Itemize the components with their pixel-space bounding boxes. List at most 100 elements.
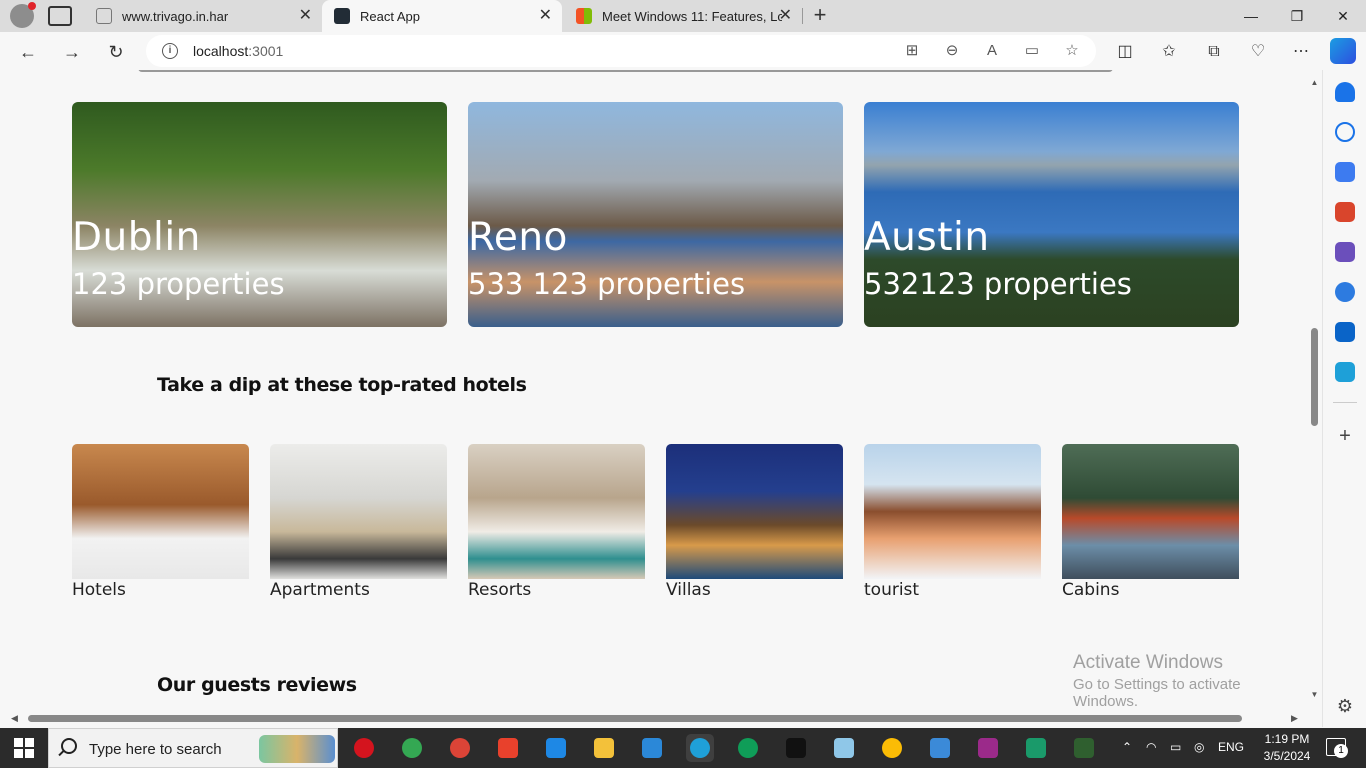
property-type-image (666, 444, 843, 579)
taskbar-app-chrome-m2[interactable] (734, 734, 762, 762)
zoom-out-icon[interactable]: ⊖ (942, 41, 962, 61)
city-card-dublin[interactable]: Dublin 123 properties (72, 102, 447, 327)
tab-trivago-har[interactable]: www.trivago.in.har ✕ (84, 0, 322, 32)
property-type-resorts[interactable]: Resorts (468, 444, 645, 600)
refresh-button[interactable]: ↻ (103, 39, 129, 65)
property-type-cabins[interactable]: Cabins (1062, 444, 1239, 600)
property-type-image (1062, 444, 1239, 579)
battery-icon[interactable]: ▭ (1170, 740, 1181, 754)
browser-essentials-icon[interactable]: ♡ (1246, 41, 1270, 63)
file-explorer-icon (594, 738, 614, 758)
property-type-name: Hotels (72, 580, 126, 600)
taskbar-app-wps-office[interactable] (494, 734, 522, 762)
taskbar-app-file-explorer[interactable] (590, 734, 618, 762)
outlook-icon[interactable] (1335, 322, 1355, 342)
search-icon[interactable] (1335, 122, 1355, 142)
site-info-icon[interactable]: i (162, 43, 178, 59)
terminal-icon (786, 738, 806, 758)
games-icon[interactable] (1335, 242, 1355, 262)
react-icon (334, 8, 350, 24)
drop-icon[interactable] (1335, 362, 1355, 382)
property-type-hotels[interactable]: Hotels (72, 444, 249, 600)
more-menu-icon[interactable]: ⋯ (1289, 41, 1313, 63)
tab-meet-windows-11[interactable]: Meet Windows 11: Features, Loo ✕ (564, 0, 802, 32)
taskbar-app-chrome-profile[interactable] (398, 734, 426, 762)
microsoft-365-icon[interactable] (1335, 282, 1355, 302)
close-tab-icon[interactable]: ✕ (779, 8, 792, 24)
forward-button[interactable]: → (59, 39, 85, 65)
reviews-heading: Our guests reviews (157, 674, 357, 696)
taskbar-app-chrome[interactable] (878, 734, 906, 762)
taskbar-app-store[interactable] (638, 734, 666, 762)
city-card-austin[interactable]: Austin 532123 properties (864, 102, 1239, 327)
favorites-icon[interactable]: ✩ (1157, 41, 1181, 63)
vscode-icon (546, 738, 566, 758)
collections-icon[interactable]: ⧉ (1202, 41, 1226, 63)
taskbar-app-notepad[interactable] (830, 734, 858, 762)
wifi-icon[interactable]: ◠ (1146, 740, 1156, 754)
sidebar-settings-icon[interactable]: ⚙ (1335, 696, 1355, 716)
taskbar-app-hs-app[interactable] (1070, 734, 1098, 762)
url-host: localhost (193, 43, 249, 59)
taskbar-app-edge[interactable] (686, 734, 714, 762)
taskbar-app-control-panel[interactable] (926, 734, 954, 762)
show-hidden-icons[interactable]: ⌃ (1122, 740, 1132, 754)
scroll-down-icon[interactable]: ▼ (1310, 690, 1319, 699)
camera-icon[interactable]: ◎ (1194, 740, 1204, 754)
property-type-apartments[interactable]: Apartments (270, 444, 447, 600)
read-aloud-icon[interactable]: A (982, 41, 1002, 61)
windows-start-icon[interactable] (14, 738, 34, 758)
winrar-icon (978, 738, 998, 758)
scroll-right-icon[interactable]: ▶ (1291, 713, 1298, 724)
taskbar-clock[interactable]: 1:19 PM 3/5/2024 (1257, 731, 1317, 765)
property-type-tourist[interactable]: tourist (864, 444, 1041, 600)
taskbar-app-terminal[interactable] (782, 734, 810, 762)
back-button[interactable]: ← (15, 39, 41, 65)
city-name: Dublin (72, 215, 201, 260)
vertical-scrollbar[interactable]: ▲ ▼ (1307, 70, 1322, 710)
profile-avatar-icon[interactable] (10, 2, 36, 28)
favorite-star-icon[interactable]: ☆ (1062, 41, 1082, 61)
horizontal-scrollbar[interactable]: ◀ ▶ (5, 710, 1307, 727)
activate-windows-title: Activate Windows (1073, 652, 1223, 673)
minimize-button[interactable]: — (1228, 4, 1274, 28)
shopping-tag-icon[interactable] (1335, 162, 1355, 182)
chrome-m2-icon (738, 738, 758, 758)
search-highlight-icon (259, 735, 335, 763)
clock-time: 1:19 PM (1264, 732, 1310, 746)
scroll-up-icon[interactable]: ▲ (1310, 78, 1319, 87)
taskbar-app-winrar[interactable] (974, 734, 1002, 762)
split-screen-icon[interactable]: ◫ (1113, 41, 1137, 63)
chrome-m-icon (450, 738, 470, 758)
tools-icon[interactable] (1335, 202, 1355, 222)
taskbar-app-app-green[interactable] (1022, 734, 1050, 762)
taskbar-search-box[interactable]: Type here to search (48, 728, 338, 768)
apps-icon[interactable]: ⊞ (902, 41, 922, 61)
immersive-reader-icon[interactable]: ▭ (1022, 41, 1042, 61)
close-tab-icon[interactable]: ✕ (299, 8, 312, 24)
taskbar-app-chrome-m[interactable] (446, 734, 474, 762)
tab-actions-icon[interactable] (48, 6, 72, 26)
taskbar-app-vscode[interactable] (542, 734, 570, 762)
new-tab-button[interactable]: + (808, 4, 832, 28)
file-icon (96, 8, 112, 24)
url-text[interactable]: localhost:3001 (193, 43, 283, 59)
notepad-icon (834, 738, 854, 758)
tab-react-app[interactable]: React App ✕ (322, 0, 562, 32)
city-properties: 533 123 properties (468, 267, 746, 301)
vertical-scroll-thumb[interactable] (1311, 328, 1318, 426)
add-sidebar-app-icon[interactable]: + (1335, 426, 1355, 446)
close-window-button[interactable]: ✕ (1320, 4, 1366, 28)
address-bar[interactable]: i localhost:3001 ⊞ ⊖ A ▭ ☆ (146, 35, 1096, 67)
restore-button[interactable]: ❐ (1274, 4, 1320, 28)
property-type-villas[interactable]: Villas (666, 444, 843, 600)
close-tab-icon[interactable]: ✕ (539, 8, 552, 24)
scroll-left-icon[interactable]: ◀ (11, 713, 18, 724)
city-card-reno[interactable]: Reno 533 123 properties (468, 102, 843, 327)
bell-icon[interactable] (1335, 82, 1355, 102)
store-icon (642, 738, 662, 758)
copilot-icon[interactable] (1330, 38, 1356, 64)
taskbar-app-opera[interactable] (350, 734, 378, 762)
horizontal-scroll-thumb[interactable] (28, 715, 1242, 722)
language-indicator[interactable]: ENG (1218, 740, 1244, 754)
